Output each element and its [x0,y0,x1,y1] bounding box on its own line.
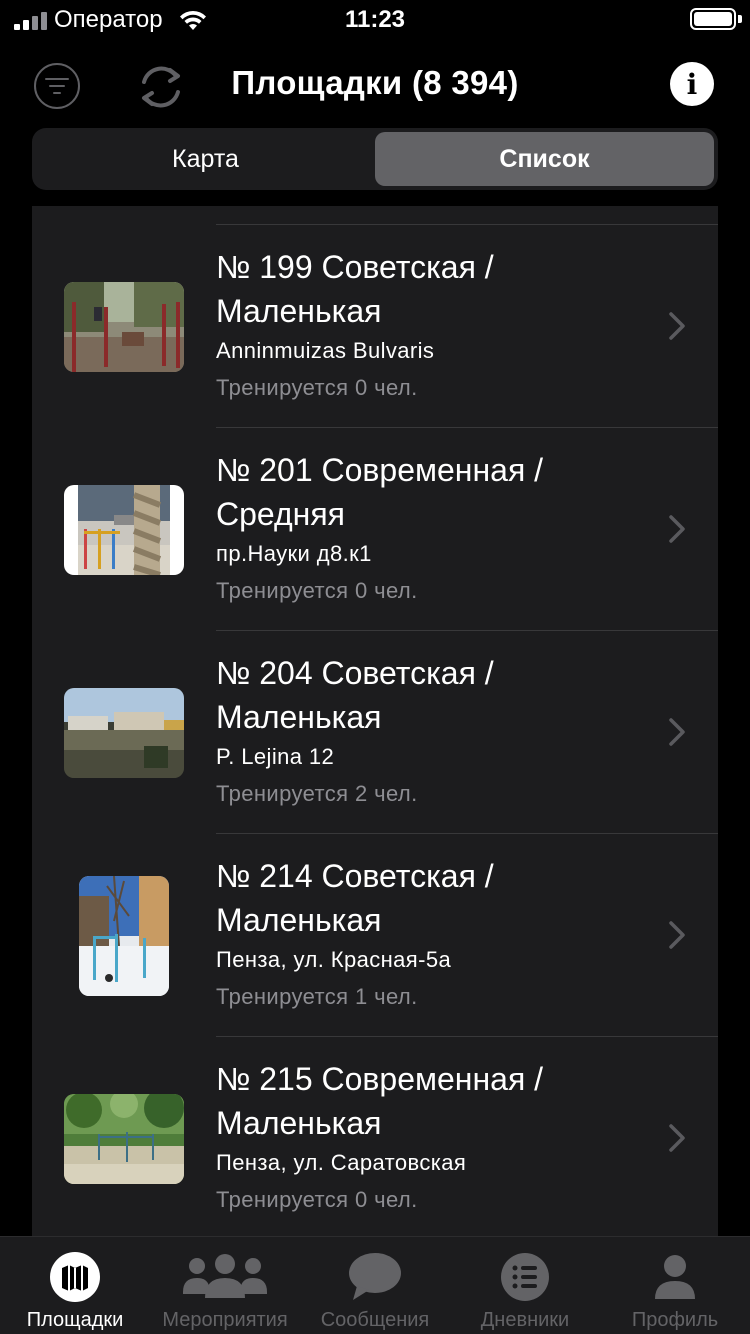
list-icon [500,1251,550,1303]
chevron-right-icon [669,515,685,543]
map-icon [49,1251,101,1303]
green-park-photo [64,1094,184,1184]
training-count: Тренируется 2 чел. [216,781,418,806]
training-count: Тренируется 1 чел. [216,984,418,1009]
playground-address: Anninmuizas Bulvaris [216,338,435,363]
tab-profile[interactable]: Профиль [600,1237,750,1334]
tab-bar: Площадки Мероприятия Сообщения Дневники … [0,1236,750,1334]
segment-map[interactable]: Карта [36,132,375,186]
list-item[interactable]: № 214 Советская / Маленькая Пенза, ул. К… [32,834,718,1037]
page-title: Площадки (8 394) [231,64,519,101]
navigation-header: Площадки (8 394) i [0,50,750,122]
tab-events[interactable]: Мероприятия [150,1237,300,1334]
playground-title: № 204 Советская / Маленькая [216,655,494,735]
playground-title: № 201 Современная / Средняя [216,452,544,532]
tab-label: Профиль [631,1309,719,1331]
list-item[interactable]: № 204 Советская / Маленькая P. Lejina 12… [32,631,718,834]
chevron-right-icon [669,312,685,340]
playground-address: P. Lejina 12 [216,744,335,769]
chat-bubble-icon [347,1251,403,1303]
playground-address: пр.Науки д8.к1 [216,541,372,566]
battery-icon [690,8,736,30]
playground-title: № 199 Советская / Маленькая [216,249,494,329]
tab-diaries[interactable]: Дневники [450,1237,600,1334]
list-item[interactable]: № 201 Современная / Средняя пр.Науки д8.… [32,428,718,631]
view-mode-segmented-control: Карта Список [32,128,718,190]
clock: 11:23 [344,6,406,33]
training-count: Тренируется 0 чел. [216,1187,418,1212]
chevron-right-icon [669,718,685,746]
playground-list: № 199 Советская / Маленькая Anninmuizas … [32,206,718,1236]
field-buildings-photo [64,688,184,778]
training-count: Тренируется 0 чел. [216,375,418,400]
people-icon [181,1251,269,1303]
tab-playgrounds[interactable]: Площадки [0,1237,150,1334]
tab-label: Площадки [26,1309,124,1331]
tab-label: Сообщения [320,1309,430,1331]
person-icon [653,1251,697,1303]
playground-title: № 215 Современная / Маленькая [216,1061,544,1141]
snowy-bars-photo [79,876,169,996]
rope-bars-photo [64,485,184,575]
battery-tip [738,15,742,23]
playground-address: Пенза, ул. Красная-5а [216,947,452,972]
playground-address: Пенза, ул. Саратовская [216,1150,467,1175]
chevron-right-icon [669,921,685,949]
playground-title: № 214 Советская / Маленькая [216,858,494,938]
tab-label: Мероприятия [162,1309,288,1331]
list-item[interactable]: № 199 Советская / Маленькая Anninmuizas … [32,225,718,428]
training-count: Тренируется 0 чел. [216,578,418,603]
list-item[interactable]: № 215 Современная / Маленькая Пенза, ул.… [32,1037,718,1236]
chevron-right-icon [669,1124,685,1152]
playground-swings-photo [64,282,184,372]
tab-messages[interactable]: Сообщения [300,1237,450,1334]
segment-list[interactable]: Список [375,132,714,186]
tab-label: Дневники [480,1309,570,1331]
status-bar: Оператор 11:23 [0,0,750,40]
info-icon[interactable]: i [670,62,714,106]
